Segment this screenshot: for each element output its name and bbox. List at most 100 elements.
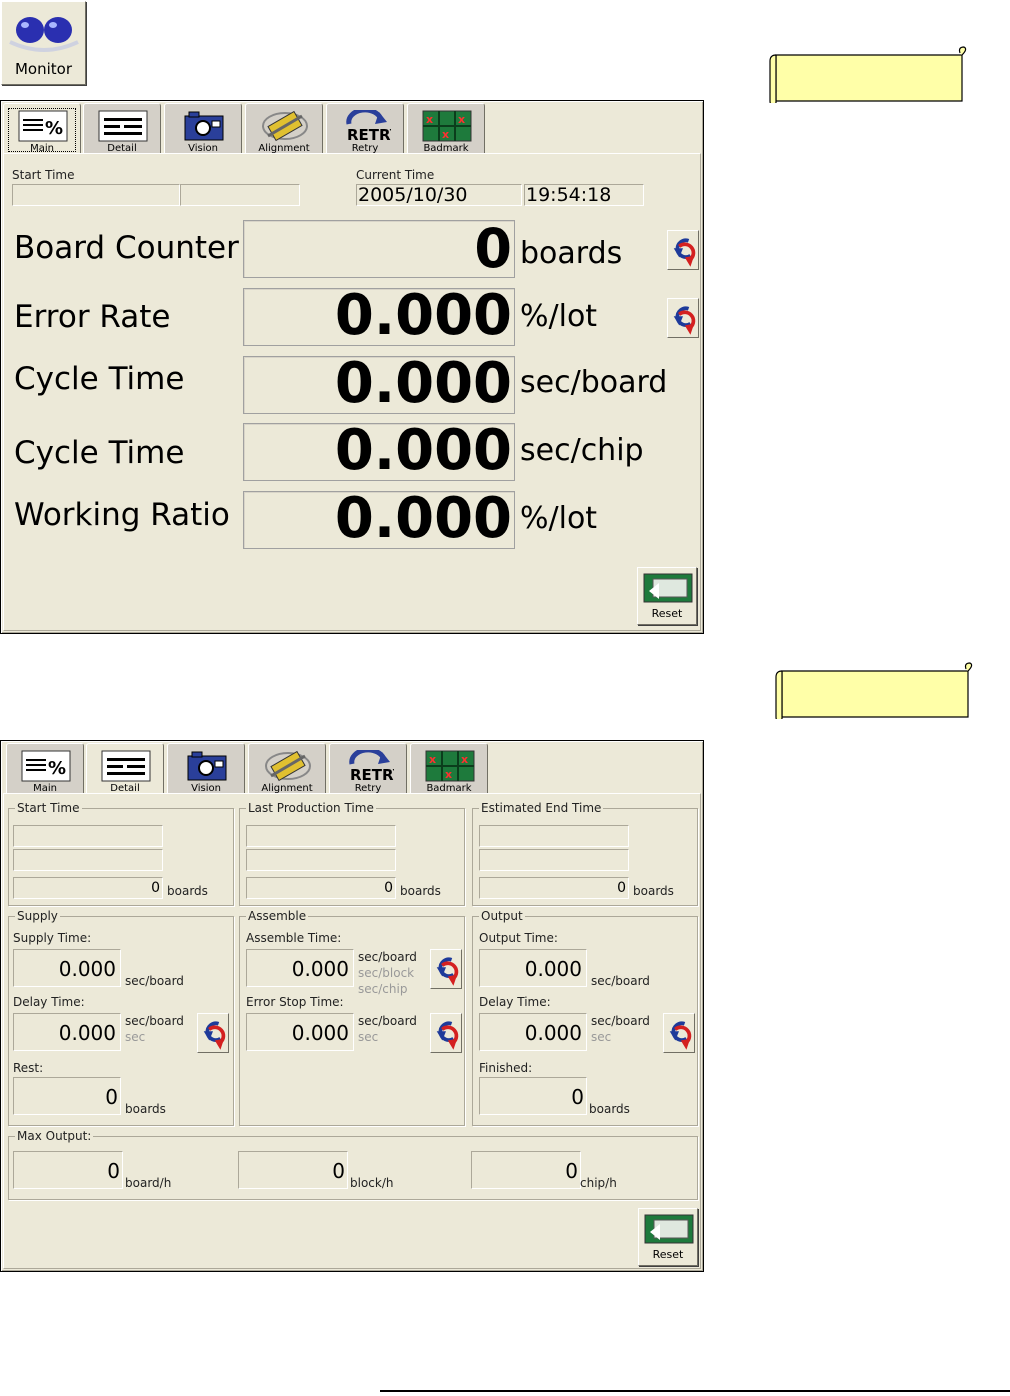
refresh-toggle-icon (670, 235, 696, 267)
cycle-time-board-value: 0.000 (334, 351, 512, 416)
retry-icon (341, 110, 391, 142)
retry-icon (344, 750, 394, 782)
assemble-group: Assemble Assemble Time: 0.000 sec/board … (239, 909, 465, 1126)
percent-icon (21, 750, 71, 782)
camera-icon (182, 750, 232, 782)
badmark-icon (422, 110, 472, 142)
max-output-block-unit: block/h (350, 1176, 394, 1190)
tab-alignment[interactable]: Alignment (248, 743, 326, 795)
note-scroll (768, 45, 968, 103)
max-output-block-value: 0 (332, 1159, 345, 1183)
group-title: Start Time (15, 801, 82, 815)
tab-detail[interactable]: Detail (83, 103, 161, 155)
last-production-time-group: Last Production Time 0 boards (239, 801, 465, 906)
cycle-time-board-unit: sec/board (520, 365, 668, 400)
scroll-banner-icon (775, 662, 973, 719)
assemble-time-toggle-button[interactable] (430, 949, 462, 989)
supply-rest-unit: boards (125, 1102, 166, 1116)
error-stop-label: Error Stop Time: (246, 995, 344, 1009)
board-counter-toggle-button[interactable] (667, 230, 699, 270)
supply-delay-unit: sec/board sec (125, 1013, 184, 1045)
output-delay-label: Delay Time: (479, 995, 551, 1009)
error-stop-unit: sec/board sec (358, 1013, 417, 1045)
eyes-icon (9, 17, 79, 52)
tab-vision[interactable]: Vision (167, 743, 245, 795)
last-date-field (246, 825, 396, 847)
tab-retry[interactable]: Retry (326, 103, 404, 155)
supply-rest-label: Rest: (13, 1061, 44, 1075)
start-count-field: 0 (13, 877, 163, 899)
max-output-group: Max Output: 0 board/h 0 block/h 0 chip/h (8, 1129, 698, 1200)
est-count-field: 0 (479, 877, 629, 899)
max-output-chip-unit: chip/h (580, 1176, 617, 1190)
tab-alignment[interactable]: Alignment (245, 103, 323, 155)
error-stop-unit-primary: sec/board (358, 1014, 417, 1028)
start-count-unit: boards (167, 884, 208, 898)
tab-badmark[interactable]: Badmark (407, 103, 485, 155)
supply-time-field: 0.000 (13, 949, 121, 987)
last-count-unit: boards (400, 884, 441, 898)
reset-icon (643, 573, 693, 603)
board-counter-label: Board Counter (14, 230, 239, 266)
tab-retry[interactable]: Retry (329, 743, 407, 795)
alignment-icon (260, 110, 310, 142)
supply-delay-field: 0.000 (13, 1013, 121, 1051)
tab-detail[interactable]: Detail (86, 743, 164, 795)
supply-delay-label: Delay Time: (13, 995, 85, 1009)
max-output-chip-field: 0 (471, 1151, 581, 1189)
assemble-time-field: 0.000 (246, 949, 354, 987)
detail-tab-content: Start Time 0 boards Last Production Time… (3, 793, 701, 1269)
error-stop-toggle-button[interactable] (430, 1013, 462, 1053)
board-counter-field: 0 (243, 217, 515, 280)
main-tab-content: Start Time Current Time 2005/10/30 19:54… (3, 153, 701, 631)
error-rate-label: Error Rate (14, 299, 171, 335)
max-output-board-value: 0 (107, 1159, 120, 1183)
error-rate-unit: %/lot (520, 299, 598, 334)
start-time-label: Start Time (12, 168, 75, 182)
monitor-button[interactable]: Monitor (1, 1, 86, 85)
max-output-block-field: 0 (238, 1151, 348, 1189)
supply-delay-unit-alt: sec (125, 1030, 146, 1044)
output-time-unit: sec/board (591, 974, 650, 988)
working-ratio-label: Working Ratio (14, 497, 230, 533)
error-rate-toggle-button[interactable] (667, 298, 699, 338)
output-group: Output Output Time: 0.000 sec/board Dela… (472, 909, 698, 1126)
supply-time-unit: sec/board (125, 974, 184, 988)
start-clock-field (13, 849, 163, 871)
finished-value: 0 (571, 1085, 584, 1109)
supply-delay-toggle-button[interactable] (197, 1013, 229, 1053)
cycle-time-chip-label: Cycle Time (14, 435, 185, 471)
supply-delay-value: 0.000 (58, 1021, 116, 1045)
cycle-time-chip-field: 0.000 (243, 418, 515, 483)
detail-panel: Main Detail Vision Alignment Retry Badma… (0, 740, 704, 1272)
tab-vision[interactable]: Vision (164, 103, 242, 155)
output-delay-toggle-button[interactable] (663, 1013, 695, 1053)
tab-badmark[interactable]: Badmark (410, 743, 488, 795)
output-delay-unit: sec/board sec (591, 1013, 650, 1045)
error-stop-value: 0.000 (291, 1021, 349, 1045)
est-date-field (479, 825, 629, 847)
tab-main[interactable]: Main (6, 743, 84, 795)
detail-grid-icon (101, 750, 151, 782)
start-clock-field (180, 184, 300, 206)
reset-button[interactable]: Reset (638, 1208, 698, 1266)
reset-button[interactable]: Reset (637, 567, 697, 625)
assemble-time-unit: sec/board sec/block sec/chip (358, 949, 417, 997)
assemble-time-unit-alt2: sec/chip (358, 982, 408, 996)
monitor-label: Monitor (14, 60, 73, 78)
last-count-field: 0 (246, 877, 396, 899)
supply-time-label: Supply Time: (13, 931, 92, 945)
start-date-field (13, 825, 163, 847)
error-rate-field: 0.000 (243, 283, 515, 348)
board-counter-unit: boards (520, 236, 623, 271)
working-ratio-value: 0.000 (334, 486, 512, 551)
output-time-value: 0.000 (524, 957, 582, 981)
cycle-time-chip-unit: sec/chip (520, 433, 644, 468)
finished-unit: boards (589, 1102, 630, 1116)
supply-rest-value: 0 (105, 1085, 118, 1109)
refresh-toggle-icon (433, 954, 459, 986)
group-title: Output (479, 909, 525, 923)
refresh-toggle-icon (666, 1018, 692, 1050)
tab-main[interactable]: Main (3, 103, 81, 155)
main-panel: Main Detail Vision Alignment Retry Badma… (0, 100, 704, 634)
